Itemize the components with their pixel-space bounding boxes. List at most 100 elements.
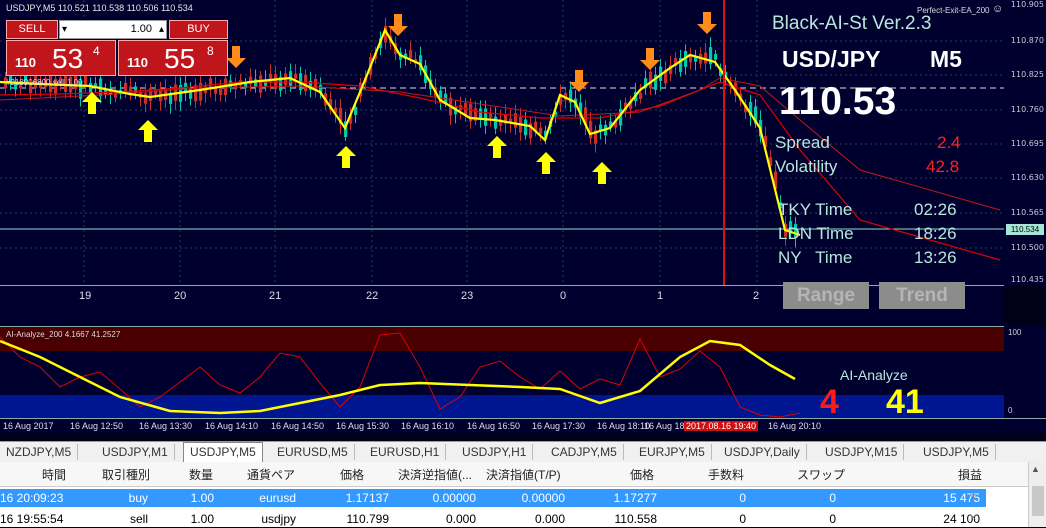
price-axis[interactable]: 110.905 110.870 110.825 110.760 110.695 … [1004, 0, 1046, 285]
table-row[interactable]: 16 20:09:23 buy 1.00 eurusd 1.17137 0.00… [0, 489, 986, 507]
sell-price-major: 110 [15, 55, 36, 70]
tab-usdjpy-m5[interactable]: USDJPY,M5 [183, 442, 263, 462]
candle-body [714, 54, 718, 60]
trade-terminal: 時間 取引種別 数量 通貨ペア 価格 決済逆指値(... 決済指値(T/P) 価… [0, 462, 1046, 527]
osc-tick: 0 [1008, 406, 1013, 415]
close-order-icon[interactable]: × [970, 491, 976, 503]
date-label: 16 Aug 18: [644, 421, 688, 431]
sell-button[interactable]: SELL [6, 20, 58, 39]
tky-value: 02:26 [914, 200, 957, 219]
oscillator-axis: 100 0 [1004, 326, 1046, 418]
date-axis: 16 Aug 2017 16 Aug 12:50 16 Aug 13:30 16… [0, 418, 1046, 433]
hour-label: 1 [657, 290, 664, 302]
hour-label: 21 [269, 290, 282, 302]
col-time[interactable]: 時間 [42, 466, 66, 483]
date-label: 16 Aug 2017 [3, 421, 54, 431]
buy-signal-arrow-icon [138, 120, 158, 142]
table-row[interactable]: 16 19:55:54 sell 1.00 usdjpy 110.799 0.0… [0, 510, 986, 528]
trend-button[interactable]: Trend [879, 282, 965, 309]
tab-eurusd-h1[interactable]: EURUSD,H1 [364, 444, 447, 460]
candle-body [589, 120, 593, 139]
buy-signal-arrow-icon [487, 136, 507, 158]
oscillator-header: AI-Analyze_200 4.1667 41.2527 [6, 330, 121, 339]
lot-value: 1.00 [130, 23, 152, 35]
close-order-icon[interactable]: × [970, 512, 976, 524]
col-volume[interactable]: 数量 [189, 466, 213, 483]
lot-field[interactable]: ▾ 1.00 ▴ [59, 20, 167, 39]
col-commission[interactable]: 手数料 [708, 466, 744, 483]
scroll-thumb[interactable] [1032, 486, 1044, 516]
ai-analyze-label: AI-Analyze [840, 367, 908, 383]
buy-button[interactable]: BUY [169, 20, 228, 39]
col-profit[interactable]: 損益 [958, 466, 982, 483]
tab-usdjpy-m1[interactable]: USDJPY,M1 [96, 444, 175, 460]
tab-usdjpy-m15[interactable]: USDJPY,M15 [819, 444, 905, 460]
terminal-scrollbar[interactable]: ▲ [1028, 462, 1046, 527]
sell-signal-arrow-icon [640, 48, 660, 70]
lot-down-icon[interactable]: ▾ [62, 21, 67, 38]
cell-time: 16 19:55:54 [0, 512, 64, 526]
candle-body [494, 116, 498, 129]
candle-body [489, 113, 493, 118]
candle-body [294, 73, 298, 79]
tab-usdjpy-h1[interactable]: USDJPY,H1 [456, 444, 534, 460]
scroll-up-icon[interactable]: ▲ [1031, 464, 1040, 474]
sell-signal-arrow-icon [569, 70, 589, 92]
cell-tp: 0.000 [534, 512, 565, 526]
cell-symbol: usdjpy [261, 512, 296, 526]
ldn-value: 18:26 [914, 224, 957, 243]
date-label: 16 Aug 15:30 [336, 421, 390, 431]
price-tick: 110.905 [1010, 0, 1044, 9]
main-chart[interactable]: USDJPY,M5 110.521 110.538 110.506 110.53… [0, 0, 1004, 285]
volatility-label: Volatility [775, 157, 838, 176]
tab-cadjpy-m5[interactable]: CADJPY,M5 [545, 444, 624, 460]
candle-body [154, 89, 158, 95]
chart-header: USDJPY,M5 110.521 110.538 110.506 110.53… [6, 3, 193, 13]
date-label: 16 Aug 14:10 [205, 421, 259, 431]
date-label: 16 Aug 12:50 [70, 421, 124, 431]
hour-axis: 19 20 21 22 23 0 1 2 Range Trend [0, 282, 1004, 326]
date-label: 16 Aug 14:50 [271, 421, 325, 431]
price-tick: 110.565 [1010, 208, 1044, 217]
candle-body [89, 83, 93, 93]
col-swap[interactable]: スワップ [797, 466, 845, 483]
date-label: 16 Aug 13:30 [139, 421, 193, 431]
col-symbol[interactable]: 通貨ペア [247, 466, 295, 483]
cell-type: buy [128, 491, 148, 505]
buy-price-box[interactable]: 110 55 8 [118, 40, 228, 76]
osc-tick: 100 [1008, 328, 1022, 337]
col-current-price[interactable]: 価格 [630, 466, 654, 483]
sell-price-pips: 53 [52, 43, 84, 74]
candle-body [134, 86, 138, 93]
tab-usdjpy-daily[interactable]: USDJPY,Daily [718, 444, 807, 460]
cell-type: sell [129, 512, 148, 526]
col-price[interactable]: 価格 [340, 466, 364, 483]
cell-time: 16 20:09:23 [0, 491, 64, 505]
hour-label: 23 [461, 290, 474, 302]
tab-nzdjpy-m5[interactable]: NZDJPY,M5 [0, 444, 79, 460]
timeframe-label: M5 [930, 46, 962, 72]
date-label: 16 Aug 20:10 [768, 421, 822, 431]
tab-eurjpy-m5[interactable]: EURJPY,M5 [633, 444, 712, 460]
tky-label: TKY Time [778, 200, 853, 219]
sell-price-box[interactable]: 110 53 4 [6, 40, 116, 76]
buy-signal-arrow-icon [536, 152, 556, 174]
range-button[interactable]: Range [783, 282, 869, 309]
lot-up-icon[interactable]: ▴ [159, 21, 164, 38]
hour-label: 0 [560, 290, 567, 302]
ai-yellow-value: 41 [886, 383, 924, 419]
ai-analyze-indicator[interactable]: AI-Analyze_200 4.1667 41.2527 AI-Analyze… [0, 326, 1004, 419]
hour-label: 22 [366, 290, 379, 302]
ai-red-value: 4 [820, 383, 839, 419]
col-sl[interactable]: 決済逆指値(... [398, 466, 472, 483]
tab-eurusd-m5[interactable]: EURUSD,M5 [271, 444, 355, 460]
candle-body [639, 92, 643, 100]
cell-sl: 0.00000 [432, 491, 476, 505]
col-type[interactable]: 取引種別 [102, 466, 150, 483]
candle-body [689, 55, 693, 63]
cell-current-price: 1.17277 [613, 491, 657, 505]
candle-body [409, 50, 413, 59]
tab-usdjpy-m5-2[interactable]: USDJPY,M5 [917, 444, 996, 460]
buy-price-major: 110 [127, 55, 148, 70]
col-tp[interactable]: 決済指値(T/P) [486, 466, 561, 483]
